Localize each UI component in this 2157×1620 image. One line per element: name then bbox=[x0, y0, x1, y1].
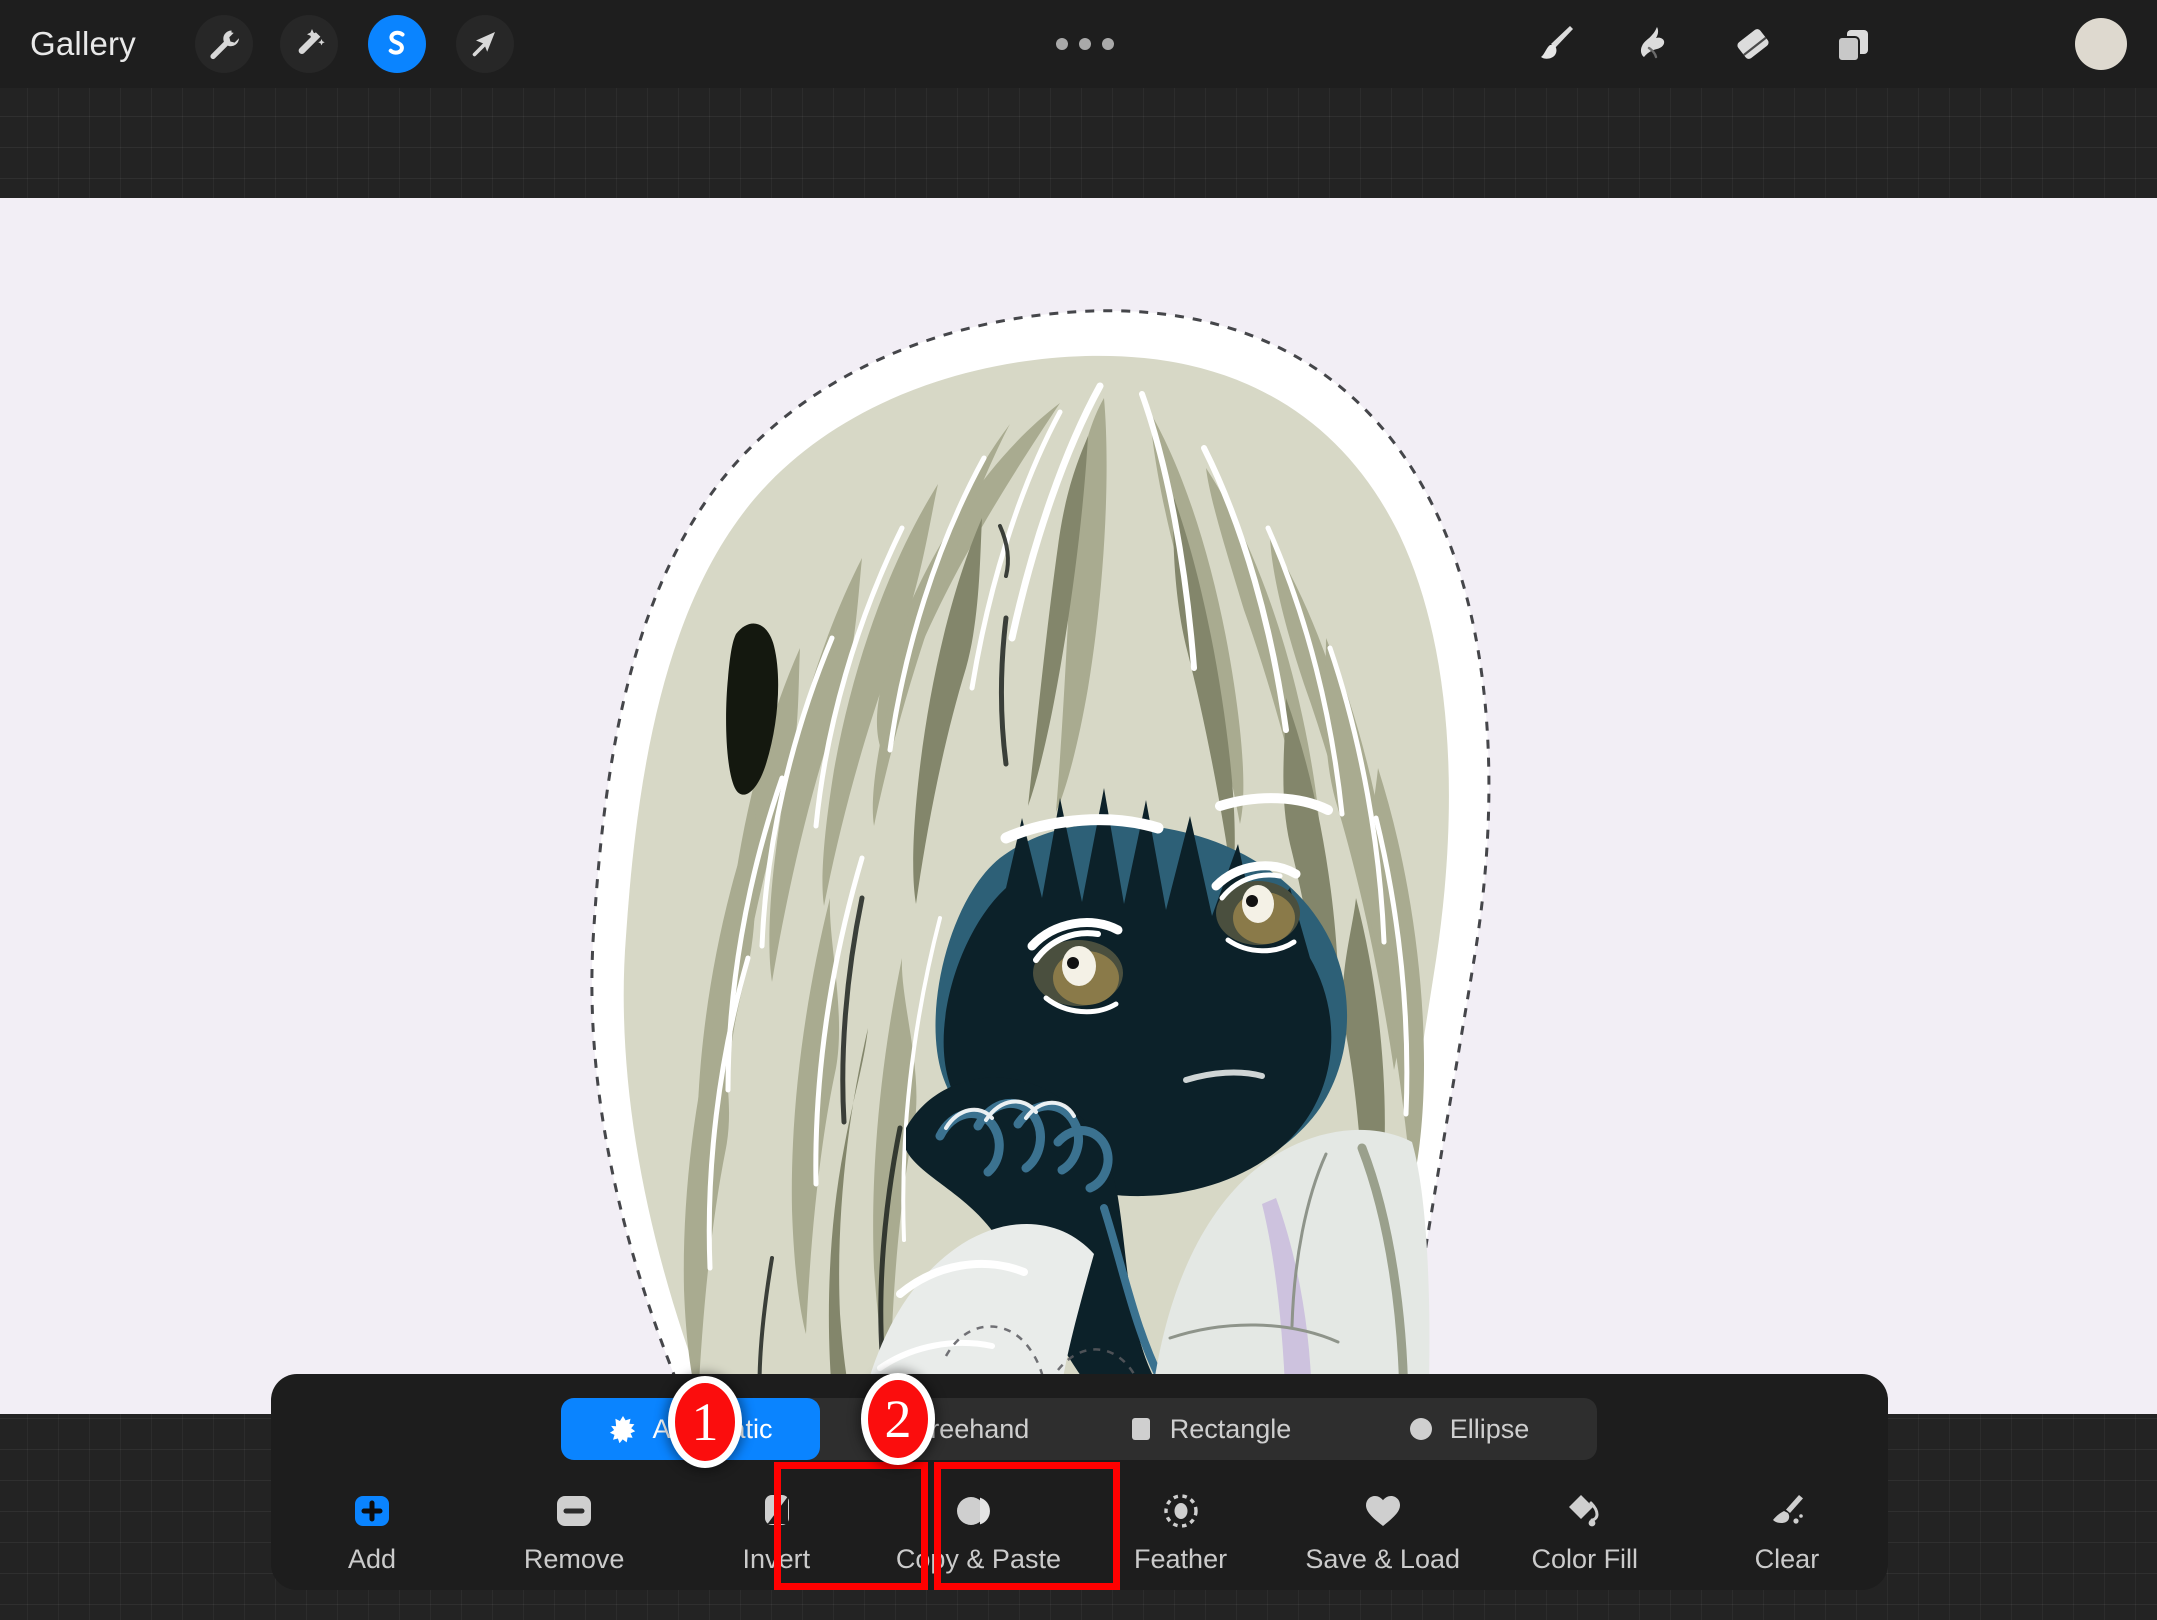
artwork-illustration bbox=[590, 309, 1491, 1414]
action-feather-label: Feather bbox=[1134, 1544, 1228, 1574]
selection-icon[interactable] bbox=[368, 15, 426, 73]
annotation-badge-2: 2 bbox=[861, 1373, 935, 1465]
action-invert-label: Invert bbox=[742, 1544, 811, 1574]
action-invert[interactable]: Invert bbox=[675, 1482, 877, 1575]
feather-dashed-circle-icon bbox=[1161, 1490, 1201, 1532]
heart-icon bbox=[1363, 1490, 1403, 1532]
magic-wand-icon[interactable] bbox=[280, 15, 338, 73]
action-add[interactable]: Add bbox=[271, 1482, 473, 1575]
menu-dots-icon[interactable] bbox=[1056, 38, 1114, 50]
procreate-app-window: Gallery Freehand Rectangle Ellipse Add R… bbox=[0, 0, 2157, 1620]
smudge-icon[interactable] bbox=[1622, 13, 1684, 75]
action-copy-paste-label: Copy & Paste bbox=[895, 1544, 1061, 1574]
selection-actions-row: Add Remove Invert Copy & Paste Feather S… bbox=[271, 1482, 1888, 1590]
annotation-badge-1: 1 bbox=[668, 1376, 742, 1468]
layers-icon[interactable] bbox=[1822, 13, 1884, 75]
mode-rectangle-label: Rectangle bbox=[1169, 1413, 1292, 1444]
selection-tool-panel: Automatic Freehand Rectangle bbox=[271, 1374, 1888, 1590]
mode-ellipse[interactable]: Ellipse bbox=[1338, 1398, 1597, 1460]
invert-square-icon bbox=[759, 1490, 793, 1532]
mode-rectangle[interactable]: Rectangle bbox=[1079, 1398, 1338, 1460]
copy-paste-circles-icon bbox=[953, 1490, 1003, 1532]
starburst-icon bbox=[608, 1414, 638, 1444]
action-save-load[interactable]: Save & Load bbox=[1282, 1482, 1484, 1575]
rectangle-icon bbox=[1126, 1414, 1156, 1444]
wrench-icon[interactable] bbox=[195, 15, 253, 73]
top-toolbar: Gallery bbox=[0, 0, 2157, 88]
action-copy-paste[interactable]: Copy & Paste bbox=[877, 1482, 1079, 1575]
plus-square-icon bbox=[351, 1490, 393, 1532]
action-save-load-label: Save & Load bbox=[1305, 1544, 1460, 1574]
paintbrush-icon[interactable] bbox=[1523, 13, 1585, 75]
arrow-cursor-icon[interactable] bbox=[456, 15, 514, 73]
action-color-fill-label: Color Fill bbox=[1531, 1544, 1639, 1574]
action-feather[interactable]: Feather bbox=[1080, 1482, 1282, 1575]
action-remove-label: Remove bbox=[523, 1544, 625, 1574]
minus-square-icon bbox=[553, 1490, 595, 1532]
color-swatch-button[interactable] bbox=[2075, 18, 2127, 70]
ellipse-icon bbox=[1406, 1414, 1436, 1444]
eraser-icon[interactable] bbox=[1722, 13, 1784, 75]
drawing-canvas[interactable] bbox=[0, 198, 2157, 1414]
action-clear[interactable]: Clear bbox=[1686, 1482, 1888, 1575]
mode-freehand[interactable]: Freehand bbox=[820, 1398, 1079, 1460]
brush-clear-icon bbox=[1765, 1490, 1809, 1532]
paint-bucket-icon bbox=[1565, 1490, 1605, 1532]
action-remove[interactable]: Remove bbox=[473, 1482, 675, 1575]
mode-ellipse-label: Ellipse bbox=[1449, 1413, 1530, 1444]
gallery-button[interactable]: Gallery bbox=[30, 25, 136, 63]
action-add-label: Add bbox=[348, 1544, 397, 1574]
action-clear-label: Clear bbox=[1754, 1544, 1820, 1574]
action-color-fill[interactable]: Color Fill bbox=[1484, 1482, 1686, 1575]
